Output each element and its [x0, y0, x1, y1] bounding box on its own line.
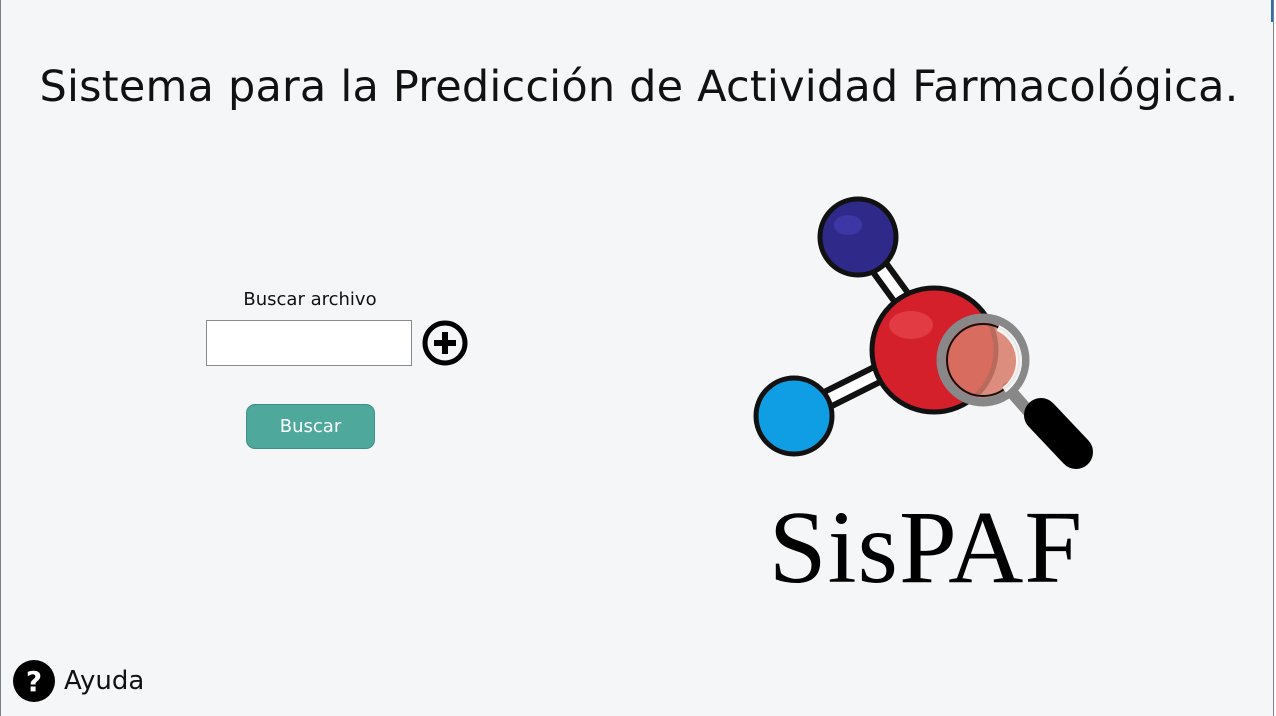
window-edge-accent — [1271, 0, 1273, 22]
page-title: Sistema para la Predicción de Actividad … — [39, 62, 1239, 112]
svg-text:?: ? — [26, 665, 42, 698]
logo-text: SisPAF — [769, 490, 1083, 600]
file-path-input[interactable] — [206, 320, 412, 366]
app-window: Sistema para la Predicción de Actividad … — [0, 0, 1274, 716]
molecule-magnifier-logo: SisPAF — [753, 196, 1093, 605]
search-file-label: Buscar archivo — [243, 289, 377, 310]
search-button[interactable]: Buscar — [246, 404, 375, 449]
help-link[interactable]: ? Ayuda — [12, 658, 144, 704]
question-circle-icon: ? — [13, 660, 55, 702]
plus-circle-icon — [422, 320, 468, 366]
sispaf-logo: SisPAF — [736, 190, 1136, 605]
help-label: Ayuda — [64, 666, 145, 696]
add-file-button[interactable] — [421, 320, 469, 368]
